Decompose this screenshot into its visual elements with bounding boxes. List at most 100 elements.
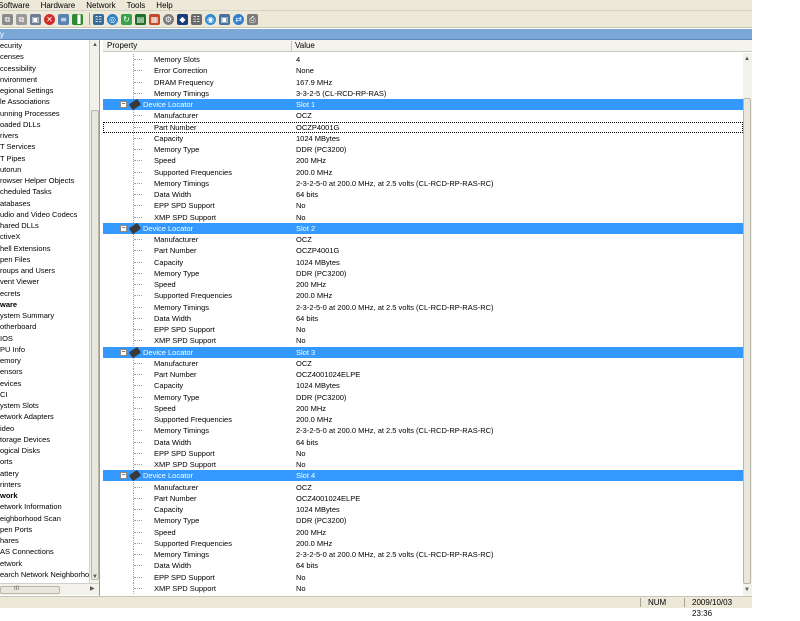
tree-horizontal-scrollbar[interactable]: III ▶	[0, 583, 99, 595]
tree-item[interactable]: IOS	[0, 333, 13, 344]
tree-item[interactable]: pen Files	[0, 254, 30, 265]
tree-item[interactable]: utorun	[0, 164, 21, 175]
table-row[interactable]: EPP SPD Support No	[103, 571, 743, 583]
table-row[interactable]: DRAM Frequency 167.9 MHz	[103, 76, 743, 88]
copy-icon[interactable]: ⧉	[2, 13, 13, 25]
world-icon[interactable]: ◉	[205, 13, 216, 25]
table-row[interactable]: Supported Frequencies 200.0 MHz	[103, 414, 743, 425]
scroll-up-arrow-icon[interactable]: ▲	[743, 55, 751, 63]
table-row[interactable]: Manufacturer OCZ	[103, 481, 743, 493]
device-locator-row[interactable]: − Device Locator Slot 2	[103, 222, 743, 234]
tree-item[interactable]: nvironment	[0, 74, 37, 85]
column-property-header[interactable]: Property	[107, 40, 137, 52]
table-row[interactable]: Supported Frequencies 200.0 MHz	[103, 537, 743, 549]
tree-section-header[interactable]: ware	[0, 299, 17, 310]
tree-item[interactable]: torage Devices	[0, 434, 50, 445]
menu-help[interactable]: Help	[156, 0, 172, 11]
tree-vertical-scrollbar[interactable]: ▲ ▼	[89, 40, 99, 583]
tree-item[interactable]: egional Settings	[0, 85, 53, 96]
table-row[interactable]: Capacity 1024 MBytes	[103, 504, 743, 515]
table-row[interactable]: Capacity 1024 MBytes	[103, 380, 743, 392]
tree-item[interactable]: rowser Helper Objects	[0, 175, 74, 186]
device-locator-row[interactable]: − Device Locator Slot 1	[103, 98, 743, 111]
save-icon[interactable]: ▣	[30, 13, 41, 25]
table-row[interactable]: Supported Frequencies 200.0 MHz	[103, 166, 743, 178]
printer-icon[interactable]: ⎙	[247, 13, 258, 25]
collapse-icon[interactable]: −	[120, 348, 127, 356]
tree-item[interactable]: le Associations	[0, 96, 50, 107]
tree-item[interactable]: hared DLLs	[0, 220, 39, 231]
tree-item[interactable]: roups and Users	[0, 265, 55, 276]
tree-item[interactable]: evices	[0, 378, 21, 389]
tree-item[interactable]: T Pipes	[0, 153, 25, 164]
table-row[interactable]: Capacity 1024 MBytes	[103, 256, 743, 268]
table-row[interactable]: Memory Timings 3-3-2-5 (CL-RCD-RP-RAS)	[103, 87, 743, 99]
table-row[interactable]: Error Correction None	[103, 65, 743, 77]
tree-item[interactable]: etwork Information	[0, 501, 62, 512]
tree-item[interactable]: AS Connections	[0, 546, 54, 557]
tree-item[interactable]: earch Network Neighborho	[0, 569, 89, 580]
globe-icon[interactable]: ◎	[107, 13, 118, 25]
tree-item[interactable]: etwork	[0, 558, 22, 569]
table-row[interactable]: Memory Timings 2-3-2-5-0 at 200.0 MHz, at…	[103, 301, 743, 313]
collapse-icon[interactable]: −	[120, 101, 127, 108]
table-row[interactable]: Speed 200 MHz	[103, 155, 743, 167]
scrollbar-thumb[interactable]	[91, 110, 99, 580]
tree-item[interactable]: T Services	[0, 141, 35, 152]
copy-all-icon[interactable]: ⧉	[16, 13, 27, 25]
table-row[interactable]: Memory Timings 2-3-2-5-0 at 200.0 MHz, at…	[103, 549, 743, 560]
tree-item[interactable]: ystem Summary	[0, 310, 54, 321]
tree-item[interactable]: otherboard	[0, 321, 36, 332]
table-row[interactable]: XMP SPD Support No	[103, 582, 743, 594]
scrollbar-thumb[interactable]	[0, 586, 60, 594]
table-row[interactable]: XMP SPD Support No	[103, 211, 743, 223]
scroll-right-arrow-icon[interactable]: ▶	[90, 584, 95, 595]
table-row[interactable]: Speed 200 MHz	[103, 279, 743, 290]
device-locator-row[interactable]: − Device Locator Slot 3	[103, 346, 743, 358]
tree-item[interactable]: etwork Adapters	[0, 411, 54, 422]
tree-item[interactable]: CI	[0, 389, 8, 400]
tree-item[interactable]: rinters	[0, 479, 21, 490]
report-icon[interactable]: ≡	[58, 13, 69, 25]
tree-item[interactable]: ecurity	[0, 40, 22, 51]
tree-item[interactable]: vent Viewer	[0, 276, 39, 287]
tree-item[interactable]: atabases	[0, 198, 30, 209]
table-row[interactable]: Memory Type DDR (PC3200)	[103, 144, 743, 155]
table-row[interactable]: Manufacturer OCZ	[103, 357, 743, 369]
table-row[interactable]: XMP SPD Support No	[103, 459, 743, 470]
tree-item[interactable]: ensors	[0, 366, 23, 377]
tree-item[interactable]: attery	[0, 468, 19, 479]
table-row[interactable]: Manufacturer OCZ	[103, 110, 743, 122]
table-row[interactable]: Data Width 64 bits	[103, 436, 743, 448]
network-icon[interactable]: ☷	[93, 13, 104, 25]
table-vertical-scrollbar[interactable]: ▲ ▼	[743, 53, 752, 596]
table-row[interactable]: Memory Slots 4	[103, 54, 743, 65]
scrollbar-thumb[interactable]	[743, 98, 751, 584]
sync-icon[interactable]: ⇄	[233, 13, 244, 25]
tree-item[interactable]: rivers	[0, 130, 18, 141]
table-row[interactable]: Manufacturer OCZ	[103, 234, 743, 245]
table-row[interactable]: Memory Timings 2-3-2-5-0 at 200.0 MHz, at…	[103, 177, 743, 189]
tree-item[interactable]: censes	[0, 51, 24, 62]
tree-item[interactable]: PU Info	[0, 344, 25, 355]
table-row[interactable]: EPP SPD Support No	[103, 324, 743, 335]
tree-item[interactable]: unning Processes	[0, 108, 60, 119]
table-row[interactable]: Part Number OCZP4001G	[103, 245, 743, 257]
table-row[interactable]: Capacity 1024 MBytes	[103, 132, 743, 144]
table-row[interactable]: Speed 200 MHz	[103, 526, 743, 538]
collapse-icon[interactable]: −	[120, 472, 127, 480]
tree-item[interactable]: cheduled Tasks	[0, 186, 52, 197]
tree-item[interactable]: orts	[0, 456, 13, 467]
column-value-header[interactable]: Value	[295, 40, 315, 52]
tree-item[interactable]: ideo	[0, 423, 14, 434]
chart-icon[interactable]: ▐	[72, 13, 83, 25]
refresh-icon[interactable]: ↻	[121, 13, 132, 25]
scroll-up-arrow-icon[interactable]: ▲	[91, 41, 99, 49]
lock-icon[interactable]: ▣	[219, 13, 230, 25]
menu-network[interactable]: Network	[86, 0, 115, 11]
shield-icon[interactable]: ◆	[177, 13, 188, 25]
scroll-down-arrow-icon[interactable]: ▼	[91, 573, 99, 581]
tree-item[interactable]: hares	[0, 535, 19, 546]
collapse-icon[interactable]: −	[120, 224, 127, 232]
table-row[interactable]: EPP SPD Support No	[103, 447, 743, 459]
